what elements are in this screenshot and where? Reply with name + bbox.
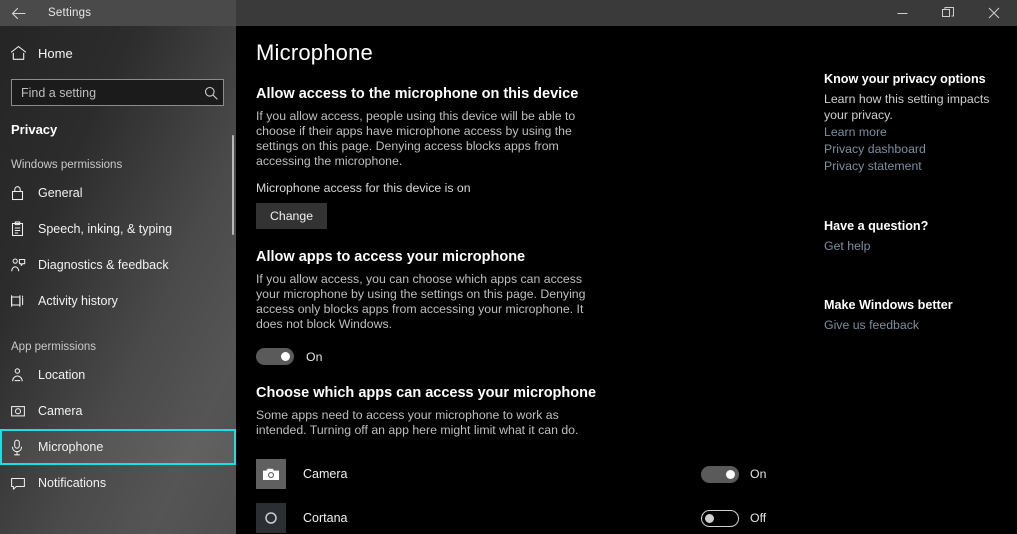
section-heading-choose-apps: Choose which apps can access your microp… xyxy=(256,385,597,401)
sidebar-item-label: Activity history xyxy=(38,294,118,308)
title-bar-left: Settings xyxy=(0,0,236,26)
toggle-knob xyxy=(726,469,735,479)
search-input[interactable] xyxy=(12,80,199,105)
link-privacy-statement[interactable]: Privacy statement xyxy=(824,159,1017,174)
notification-icon xyxy=(10,476,36,491)
clipboard-icon xyxy=(10,221,36,237)
app-name: Cortana xyxy=(303,511,348,525)
sidebar-item-label: Speech, inking, & typing xyxy=(38,222,173,236)
home-icon xyxy=(10,45,36,61)
apps-access-toggle-row: On xyxy=(256,348,821,365)
sidebar-item-general[interactable]: General xyxy=(0,175,236,211)
settings-window: Settings Home Find a setting Privacy Win… xyxy=(0,0,1017,534)
list-item: Cortana Off xyxy=(256,496,821,534)
sidebar-section-title: Privacy xyxy=(11,122,58,137)
sidebar-item-camera[interactable]: Camera xyxy=(0,393,236,429)
apps-access-toggle-label: On xyxy=(306,349,323,364)
sidebar-scrollbar[interactable] xyxy=(232,135,234,235)
page-title: Microphone xyxy=(256,40,373,65)
minimize-button[interactable] xyxy=(879,0,925,26)
activity-history-icon xyxy=(10,293,36,309)
cortana-app-icon xyxy=(256,503,286,533)
rail-section-better: Make Windows better Give us feedback xyxy=(824,298,1017,333)
title-bar-drag-area xyxy=(236,0,879,26)
back-arrow-icon[interactable] xyxy=(0,0,36,26)
app-name: Camera xyxy=(303,467,348,481)
main-content: Microphone Allow access to the microphon… xyxy=(236,26,821,534)
sidebar-item-label: Notifications xyxy=(38,476,107,490)
apps-access-toggle[interactable] xyxy=(256,348,294,365)
sidebar-item-home[interactable]: Home xyxy=(0,38,236,68)
camera-icon xyxy=(10,403,36,419)
sidebar-item-label: Camera xyxy=(38,404,83,418)
diagnostics-icon xyxy=(10,257,36,273)
toggle-knob xyxy=(705,513,714,523)
sidebar-item-speech-inking-typing[interactable]: Speech, inking, & typing xyxy=(0,211,236,247)
camera-app-toggle[interactable] xyxy=(701,465,739,483)
app-toggle-wrap: On xyxy=(701,465,821,483)
title-bar: Settings xyxy=(0,0,1017,26)
link-get-help[interactable]: Get help xyxy=(824,239,1017,254)
location-icon xyxy=(10,367,36,383)
rail-section-privacy: Know your privacy options Learn how this… xyxy=(824,72,1017,174)
sidebar-item-label: Microphone xyxy=(38,440,104,454)
sidebar-item-diagnostics-feedback[interactable]: Diagnostics & feedback xyxy=(0,247,236,283)
window-controls xyxy=(879,0,1017,26)
rail-section-question: Have a question? Get help xyxy=(824,219,1017,254)
device-access-status: Microphone access for this device is on xyxy=(256,181,471,195)
microphone-icon xyxy=(10,439,36,456)
lock-icon xyxy=(10,185,36,201)
section-heading-apps-access: Allow apps to access your microphone xyxy=(256,249,526,265)
sidebar-group-windows-permissions: Windows permissions xyxy=(11,159,123,171)
sidebar-item-label: Diagnostics & feedback xyxy=(38,258,169,272)
link-privacy-dashboard[interactable]: Privacy dashboard xyxy=(824,142,1017,157)
window-title: Settings xyxy=(48,7,92,19)
list-item: Camera On xyxy=(256,452,821,496)
restore-button[interactable] xyxy=(925,0,971,26)
rail-heading-privacy: Know your privacy options xyxy=(824,72,986,86)
camera-app-icon xyxy=(256,459,286,489)
search-box[interactable] xyxy=(11,79,224,106)
app-permission-list: Camera On Cortana Off xyxy=(256,452,821,534)
section-heading-device-access: Allow access to the microphone on this d… xyxy=(256,86,579,102)
cortana-app-toggle[interactable] xyxy=(701,509,739,527)
sidebar-home-label: Home xyxy=(38,45,73,61)
sidebar-item-location[interactable]: Location xyxy=(0,357,236,393)
sidebar-item-label: Location xyxy=(38,368,86,382)
sidebar-item-notifications[interactable]: Notifications xyxy=(0,465,236,501)
sidebar-item-activity-history[interactable]: Activity history xyxy=(0,283,236,319)
section-body-choose-apps: Some apps need to access your microphone… xyxy=(256,408,579,437)
rail-text-privacy: Learn how this setting impacts your priv… xyxy=(824,92,990,122)
app-toggle-wrap: Off xyxy=(701,509,821,527)
right-rail: Know your privacy options Learn how this… xyxy=(821,26,1017,534)
link-learn-more[interactable]: Learn more xyxy=(824,125,1017,140)
sidebar-item-label: General xyxy=(38,186,83,200)
section-body-device-access: If you allow access, people using this d… xyxy=(256,109,576,168)
close-button[interactable] xyxy=(971,0,1017,26)
toggle-knob xyxy=(281,352,290,361)
sidebar-group-app-permissions: App permissions xyxy=(11,341,97,353)
sidebar-item-microphone[interactable]: Microphone xyxy=(0,429,236,465)
camera-app-toggle-label: On xyxy=(750,467,767,481)
rail-heading-question: Have a question? xyxy=(824,219,929,233)
rail-heading-better: Make Windows better xyxy=(824,298,953,312)
section-body-apps-access: If you allow access, you can choose whic… xyxy=(256,272,586,331)
link-give-us-feedback[interactable]: Give us feedback xyxy=(824,318,1017,333)
change-button[interactable]: Change xyxy=(256,203,328,229)
sidebar: Home Privacy Windows permissions General xyxy=(0,26,236,534)
cortana-app-toggle-label: Off xyxy=(750,511,767,525)
search-icon[interactable] xyxy=(199,86,223,100)
